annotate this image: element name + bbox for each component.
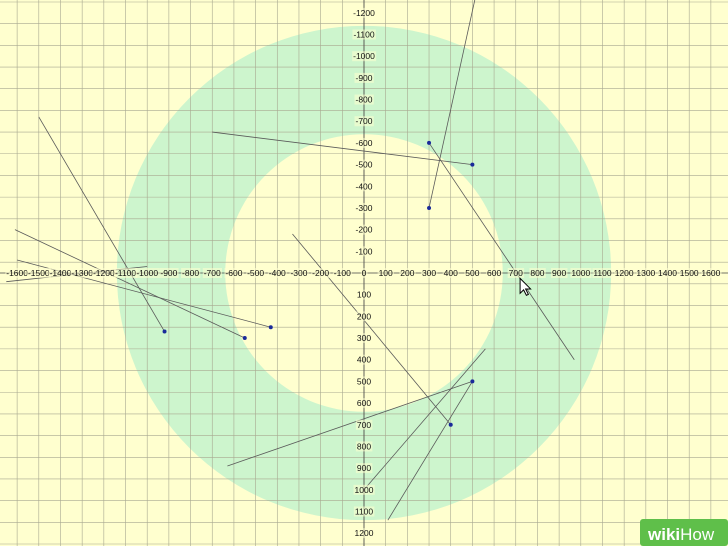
data-point — [427, 205, 432, 210]
y-tick-label: 300 — [357, 333, 371, 343]
data-point — [162, 329, 167, 334]
svg-text:wikiHow: wikiHow — [647, 525, 715, 544]
y-tick-label: 1000 — [355, 485, 374, 495]
y-tick-label: -100 — [355, 246, 372, 256]
x-tick-label: -1600 — [6, 268, 28, 278]
data-point — [470, 162, 475, 167]
x-tick-label: -200 — [312, 268, 329, 278]
x-tick-label: 1000 — [571, 268, 590, 278]
data-point — [268, 325, 273, 330]
watermark: wikiHow — [640, 519, 728, 546]
watermark-wiki: wiki — [647, 525, 680, 544]
x-tick-label: -700 — [204, 268, 221, 278]
y-tick-label: -800 — [355, 95, 372, 105]
x-tick-label: -300 — [290, 268, 307, 278]
data-point — [448, 422, 453, 427]
y-tick-label: -300 — [355, 203, 372, 213]
data-point — [470, 379, 475, 384]
x-tick-label: 1200 — [615, 268, 634, 278]
x-tick-label: 500 — [465, 268, 479, 278]
y-tick-label: -900 — [355, 73, 372, 83]
watermark-how: How — [680, 525, 715, 544]
y-tick-label: -400 — [355, 181, 372, 191]
x-tick-label: 1300 — [636, 268, 655, 278]
x-tick-label: 700 — [509, 268, 523, 278]
x-tick-label: -400 — [269, 268, 286, 278]
y-tick-label: -200 — [355, 225, 372, 235]
y-tick-label: 1200 — [355, 528, 374, 538]
y-tick-label: 400 — [357, 355, 371, 365]
x-tick-label: 100 — [379, 268, 393, 278]
x-tick-label: -100 — [334, 268, 351, 278]
x-tick-label: -1000 — [136, 268, 158, 278]
x-tick-label: 900 — [552, 268, 566, 278]
x-tick-label: 800 — [530, 268, 544, 278]
x-tick-label: 1100 — [593, 268, 612, 278]
data-point — [427, 140, 432, 145]
x-tick-label: -1300 — [71, 268, 93, 278]
y-tick-label: 900 — [357, 463, 371, 473]
y-tick-label: -1100 — [353, 30, 374, 40]
y-tick-label: -700 — [355, 116, 372, 126]
y-tick-label: 600 — [357, 398, 371, 408]
y-tick-label: -1200 — [353, 8, 375, 18]
x-tick-label: 200 — [400, 268, 414, 278]
x-tick-label: -800 — [182, 268, 199, 278]
x-tick-label: -1100 — [115, 268, 136, 278]
y-tick-label: -1000 — [353, 51, 375, 61]
x-tick-label: -1400 — [50, 268, 72, 278]
y-tick-label: -600 — [355, 138, 372, 148]
x-tick-label: 1400 — [658, 268, 677, 278]
y-tick-label: 700 — [357, 420, 371, 430]
x-tick-label: 1500 — [680, 268, 699, 278]
x-tick-label: 600 — [487, 268, 501, 278]
y-tick-label: 100 — [357, 290, 371, 300]
x-tick-label: 300 — [422, 268, 436, 278]
data-point — [242, 336, 247, 341]
y-tick-label: -500 — [355, 160, 372, 170]
x-tick-label: -500 — [247, 268, 264, 278]
x-tick-label: -1500 — [28, 268, 50, 278]
chart-plot: -1600 -1500 -1400 -1300 -1200 -1100 -1000 -900-… — [0, 0, 728, 546]
y-tick-label: 800 — [357, 441, 371, 451]
x-tick-label: 0 — [362, 268, 367, 278]
x-tick-label: 400 — [444, 268, 458, 278]
x-tick-label: 1600 — [701, 268, 720, 278]
x-tick-label: -1200 — [93, 268, 115, 278]
x-tick-labels: -1600 -1500 -1400 -1300 -1200 -1100 -1000 -900-… — [5, 268, 722, 278]
x-tick-label: -900 — [160, 268, 177, 278]
y-tick-label: 200 — [357, 311, 371, 321]
y-tick-label: 500 — [357, 376, 371, 386]
y-tick-label: 1100 — [355, 506, 374, 516]
x-tick-label: -600 — [225, 268, 242, 278]
